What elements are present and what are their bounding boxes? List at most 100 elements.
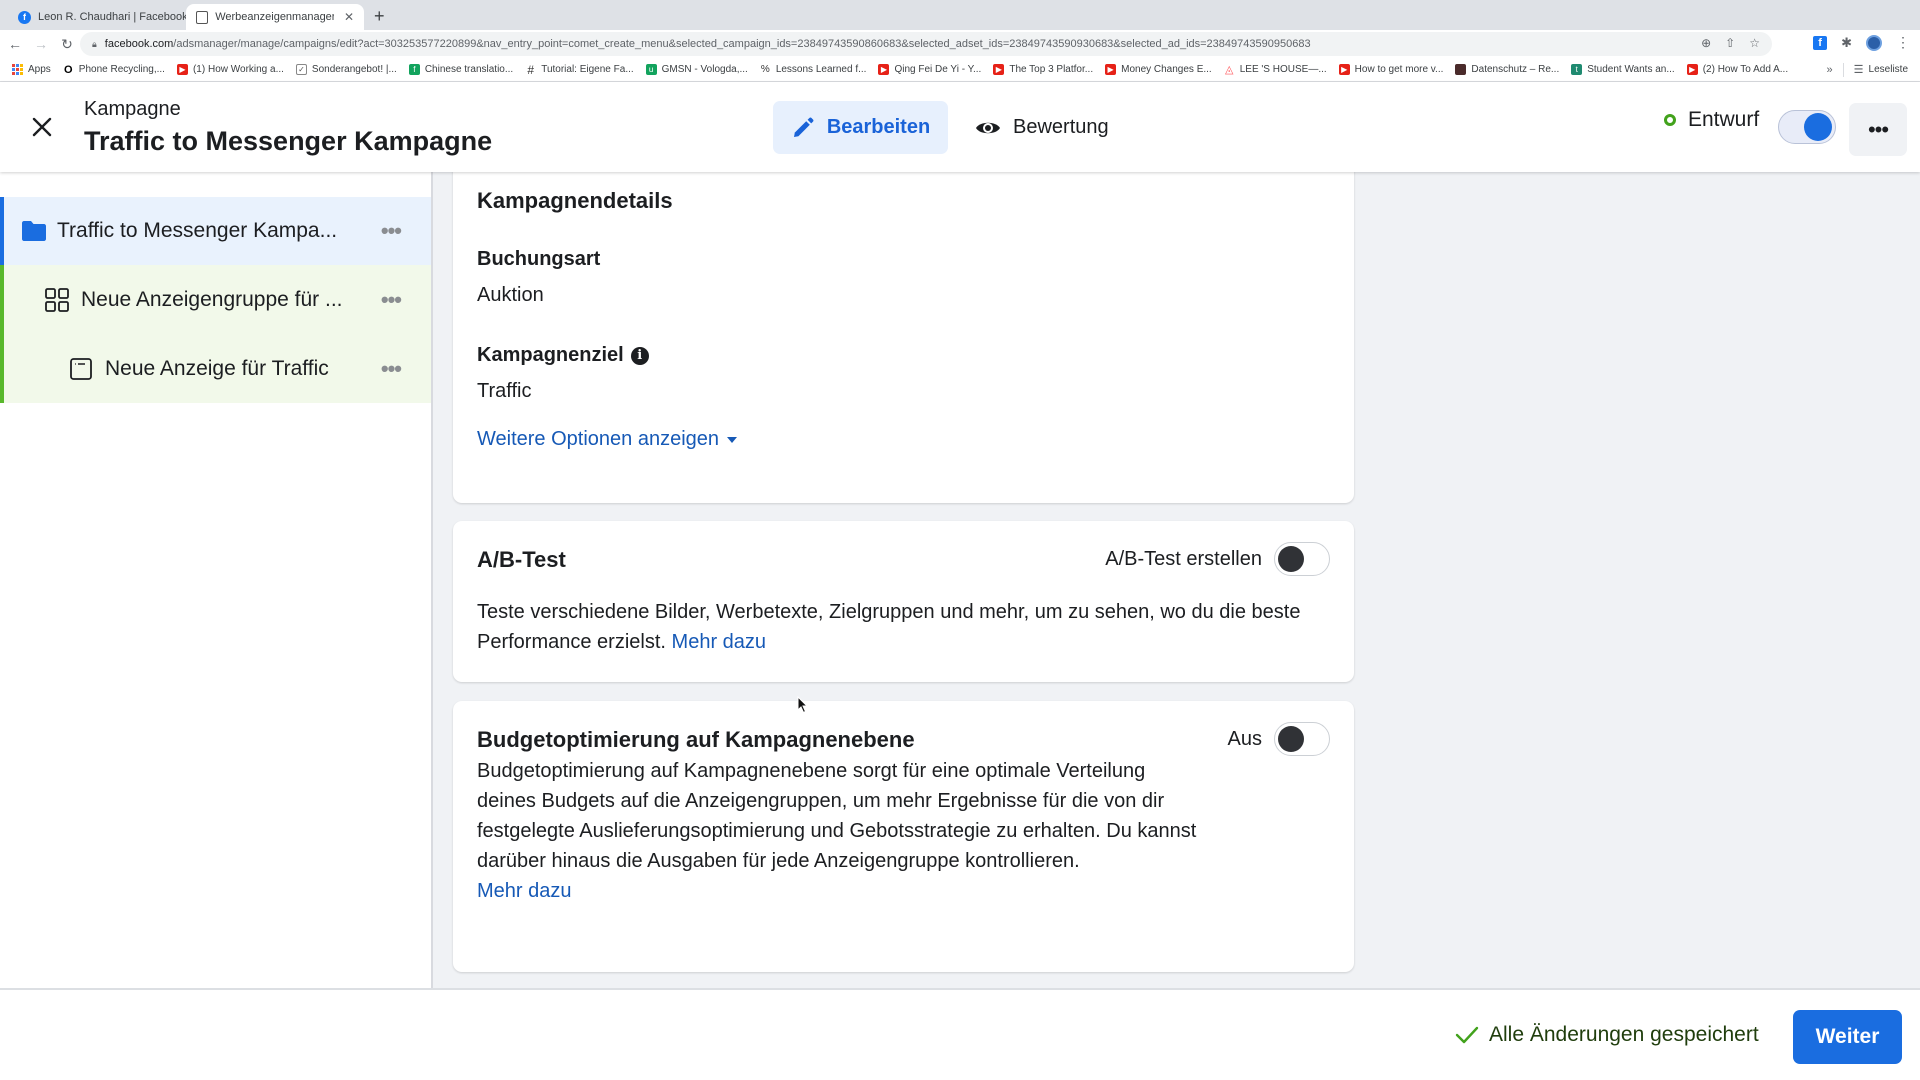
bookmark-item[interactable]: t Student Wants an... (1571, 64, 1675, 75)
page-title: Traffic to Messenger Kampagne (84, 126, 493, 156)
browser-menu-icon[interactable]: ⋮ (1896, 34, 1910, 51)
close-tab-icon[interactable]: ✕ (344, 10, 354, 24)
close-icon (32, 117, 52, 137)
row-more-button[interactable]: ••• (381, 218, 402, 244)
bookmarks-overflow-button[interactable]: » (1827, 64, 1833, 76)
bookmark-item[interactable]: u GMSN - Vologda,... (645, 64, 748, 75)
youtube-icon: ▶ (1338, 64, 1350, 75)
bookmark-item[interactable]: ▶ (1) How Working a... (176, 64, 284, 75)
checkmark-icon (1455, 1026, 1479, 1044)
save-status: Alle Änderungen gespeichert (1455, 1023, 1759, 1047)
sidebar-item-label: Neue Anzeigengruppe für ... (81, 287, 343, 311)
new-tab-button[interactable]: + (374, 6, 385, 27)
bookmark-item[interactable]: ✓ Sonderangebot! |... (295, 64, 397, 75)
bookmark-item[interactable]: ▶ Money Changes E... (1105, 64, 1212, 75)
objective-value: Traffic (477, 380, 532, 402)
campaign-details-card: Kampagnendetails Buchungsart Auktion Kam… (453, 172, 1354, 503)
row-more-button[interactable]: ••• (381, 356, 402, 382)
eye-icon (976, 122, 1000, 133)
url-path: /adsmanager/manage/campaigns/edit?act=30… (173, 38, 1311, 50)
close-editor-button[interactable] (28, 113, 56, 141)
reading-list-button[interactable]: ☰ Leseliste (1854, 63, 1908, 76)
ads-manager-icon (196, 10, 209, 24)
zoom-icon[interactable]: ⊕ (1701, 36, 1711, 50)
review-mode-button[interactable]: Bewertung (975, 101, 1109, 154)
check-circle-icon: ✓ (295, 64, 307, 75)
lock-icon: 🔒︎ (92, 38, 97, 49)
share-icon[interactable]: ⇧ (1725, 36, 1735, 50)
url-host: facebook.com (104, 38, 174, 50)
objective-label-row: Kampagnenziel i (477, 344, 649, 367)
buying-type-value: Auktion (477, 284, 544, 306)
edit-mode-button[interactable]: Bearbeiten (773, 101, 948, 154)
bookmark-item[interactable]: Apps (12, 64, 51, 75)
sidebar-item-campaign[interactable]: Traffic to Messenger Kampa... ••• (0, 197, 431, 265)
mouse-cursor-icon (797, 696, 809, 714)
sidebar-item-label: Neue Anzeige für Traffic (105, 356, 329, 380)
toggle-knob (1804, 113, 1832, 141)
tab-title: Leon R. Chaudhari | Facebook (38, 11, 188, 23)
bookmark-item[interactable]: Datenschutz – Re... (1455, 64, 1559, 75)
info-icon[interactable]: i (630, 346, 649, 365)
footer-bar: Alle Änderungen gespeichert Weiter (0, 988, 1920, 1080)
bookmark-item[interactable]: ▶ Qing Fei De Yi - Y... (878, 64, 981, 75)
forward-icon[interactable]: → (30, 36, 52, 52)
tab-title: Werbeanzeigenmanager - Wer (215, 11, 334, 23)
bookmark-item[interactable]: ◬ LEE 'S HOUSE—... (1224, 64, 1327, 76)
youtube-icon: ▶ (176, 64, 188, 75)
reading-list-icon: ☰ (1853, 64, 1864, 76)
facebook-icon: f (18, 10, 31, 24)
profile-avatar[interactable] (1866, 34, 1882, 51)
facebook-extension-icon[interactable]: f (1813, 35, 1828, 50)
row-more-button[interactable]: ••• (381, 287, 402, 313)
upwork-icon: u (645, 64, 657, 75)
percent-icon: % (760, 64, 770, 75)
bookmark-item[interactable]: O Phone Recycling,... (63, 64, 165, 76)
airbnb-icon: ◬ (1224, 64, 1234, 76)
image-icon (1455, 64, 1467, 75)
buying-type-label: Buchungsart (477, 248, 601, 270)
toggle-knob (1278, 546, 1304, 572)
status-dot-icon (1664, 114, 1676, 126)
campaign-on-off-toggle[interactable] (1778, 110, 1836, 144)
caret-down-icon (727, 436, 738, 443)
header-kicker: Kampagne (84, 98, 181, 120)
extensions-icon[interactable]: ✱ (1841, 35, 1852, 51)
campaign-header: Kampagne Traffic to Messenger Kampagne B… (0, 82, 1920, 172)
next-button[interactable]: Weiter (1793, 1010, 1902, 1064)
reload-icon[interactable]: ↻ (56, 36, 78, 53)
budget-optimization-card: Budgetoptimierung auf Kampagnenebene Aus… (453, 701, 1354, 972)
youtube-icon: ▶ (1686, 64, 1698, 75)
card-title: Kampagnendetails (477, 188, 673, 213)
bookmark-item[interactable]: ▶ (2) How To Add A... (1686, 64, 1788, 75)
bookmark-item[interactable]: ▶ How to get more v... (1338, 64, 1443, 75)
youtube-icon: ▶ (878, 64, 890, 75)
bookmarks-bar: Apps O Phone Recycling,... ▶ (1) How Worki… (0, 58, 1920, 82)
budget-optimization-toggle[interactable] (1274, 722, 1330, 756)
youtube-icon: ▶ (993, 64, 1005, 75)
browser-tab-ads-manager[interactable]: Werbeanzeigenmanager - Wer ✕ (186, 4, 364, 30)
ab-test-description: Teste verschiedene Bilder, Werbetexte, Z… (477, 601, 1301, 653)
back-icon[interactable]: ← (4, 36, 26, 52)
more-options-button[interactable]: ••• (1849, 103, 1907, 156)
toggle-knob (1278, 726, 1304, 752)
learn-more-link[interactable]: Mehr dazu (672, 631, 767, 653)
bookmark-item[interactable]: % Lessons Learned f... (760, 64, 867, 75)
bookmark-item[interactable]: # Tutorial: Eigene Fa... (525, 62, 633, 77)
bookmark-item[interactable]: f Chinese translatio... (408, 64, 513, 75)
ab-test-toggle-row: A/B-Test erstellen (1105, 542, 1330, 576)
bookmark-item[interactable]: ▶ The Top 3 Platfor... (993, 64, 1093, 75)
sidebar-item-adset[interactable]: Neue Anzeigengruppe für ... ••• (0, 265, 431, 334)
grid-icon (45, 287, 69, 312)
hashtag-icon: # (527, 62, 535, 77)
ab-test-toggle[interactable] (1274, 542, 1330, 576)
status-badge: Entwurf (1664, 108, 1759, 132)
apps-grid-icon (12, 64, 23, 75)
sidebar-item-ad[interactable]: Neue Anzeige für Traffic ••• (0, 334, 431, 403)
more-options-link[interactable]: Weitere Optionen anzeigen (477, 428, 738, 451)
learn-more-link[interactable]: Mehr dazu (477, 876, 572, 906)
toggle-label: Aus (1227, 727, 1262, 750)
budget-toggle-row: Aus (1228, 722, 1330, 756)
bookmark-star-icon[interactable]: ☆ (1749, 36, 1760, 50)
url-input[interactable]: 🔒︎ facebook.com/adsmanager/manage/campai… (80, 32, 1772, 56)
